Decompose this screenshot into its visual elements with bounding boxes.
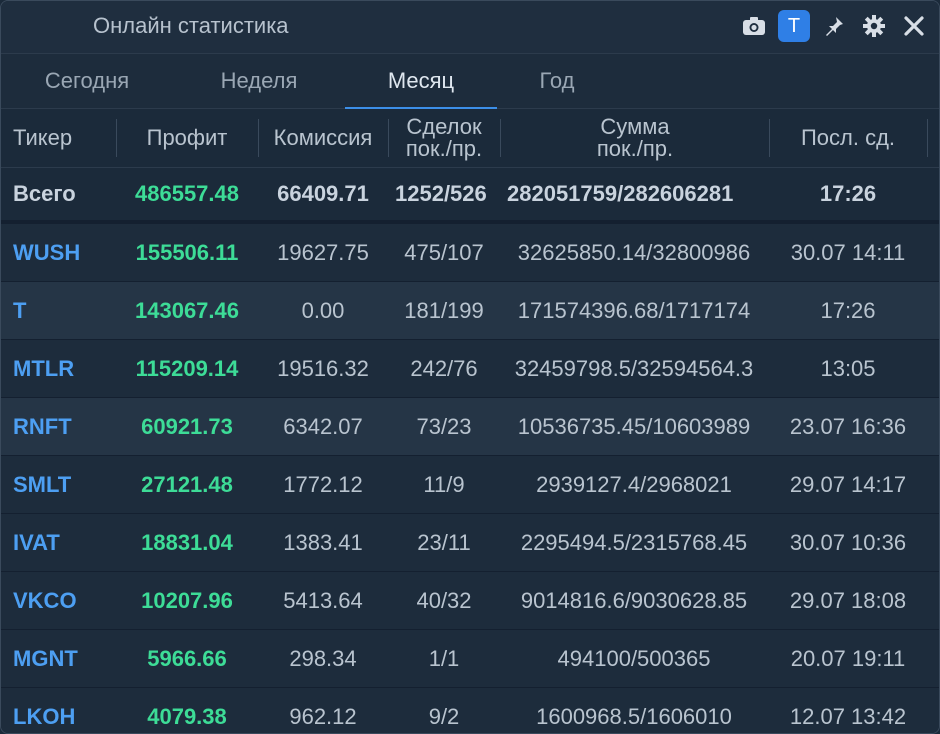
commission-cell: 6342.07 bbox=[283, 413, 363, 439]
t-mode-button[interactable]: T bbox=[777, 9, 811, 43]
sum-cell: 2939127.4/2968021 bbox=[536, 471, 732, 497]
commission-cell: 19516.32 bbox=[277, 355, 369, 381]
table-row[interactable]: VKCO 10207.96 5413.64 40/32 9014816.6/903062… bbox=[1, 572, 939, 630]
trades-cell: 23/11 bbox=[417, 529, 471, 555]
table-row[interactable]: T 143067.46 0.00 181/199 171574396.68/171717… bbox=[1, 282, 939, 340]
sum-cell: 32459798.5/32594564.3 bbox=[514, 355, 754, 381]
table-header: Тикер Профит Комиссия Сделок пок./пр. Су… bbox=[1, 109, 939, 168]
profit-cell: 10207.96 bbox=[141, 587, 233, 613]
trades-cell: 242/76 bbox=[410, 355, 478, 381]
commission-cell: 1383.41 bbox=[283, 529, 363, 555]
col-trades-line2: пок./пр. bbox=[405, 136, 483, 161]
profit-cell: 4079.38 bbox=[147, 703, 227, 729]
sum-cell: 171574396.68/1717174 bbox=[517, 297, 751, 323]
sum-cell: 494100/500365 bbox=[557, 645, 711, 671]
commission-cell: 298.34 bbox=[289, 645, 357, 671]
pin-icon[interactable] bbox=[817, 9, 851, 43]
commission-cell: 1772.12 bbox=[283, 471, 363, 497]
col-profit[interactable]: Профит bbox=[117, 109, 257, 167]
total-sum: 282051759/282606281 bbox=[507, 181, 734, 206]
commission-cell: 0.00 bbox=[301, 297, 345, 323]
profit-cell: 27121.48 bbox=[141, 471, 233, 497]
t-badge: T bbox=[778, 10, 810, 42]
last-trade-cell: 30.07 10:36 bbox=[789, 529, 907, 555]
sum-cell: 9014816.6/9030628.85 bbox=[520, 587, 748, 613]
ticker-cell: IVAT bbox=[13, 529, 60, 555]
total-last: 17:26 bbox=[819, 181, 877, 206]
trades-cell: 181/199 bbox=[404, 297, 484, 323]
table-row[interactable]: RNFT 60921.73 6342.07 73/23 10536735.45/1060… bbox=[1, 398, 939, 456]
trades-cell: 475/107 bbox=[404, 239, 484, 265]
last-trade-cell: 29.07 14:17 bbox=[789, 471, 907, 497]
total-trades: 1252/526 bbox=[395, 181, 487, 206]
col-trades[interactable]: Сделок пок./пр. bbox=[389, 109, 499, 167]
last-trade-cell: 29.07 18:08 bbox=[789, 587, 907, 613]
ticker-cell: MGNT bbox=[13, 645, 78, 671]
table-row[interactable]: WUSH 155506.11 19627.75 475/107 32625850.14/… bbox=[1, 224, 939, 282]
gear-icon[interactable] bbox=[857, 9, 891, 43]
col-last[interactable]: Посл. сд. bbox=[770, 109, 926, 167]
profit-cell: 18831.04 bbox=[141, 529, 233, 555]
title-bar: Онлайн статистика T bbox=[1, 1, 939, 54]
col-sum-line1: Сумма bbox=[600, 114, 670, 139]
trades-cell: 40/32 bbox=[416, 587, 472, 613]
profit-cell: 155506.11 bbox=[135, 239, 239, 265]
tab-week[interactable]: Неделя bbox=[193, 54, 325, 108]
close-icon[interactable] bbox=[897, 9, 931, 43]
profit-cell: 5966.66 bbox=[147, 645, 227, 671]
sum-cell: 32625850.14/32800986 bbox=[517, 239, 751, 265]
total-commission: 66409.71 bbox=[277, 181, 369, 206]
tab-year[interactable]: Год bbox=[511, 54, 603, 108]
sum-cell: 10536735.45/10603989 bbox=[517, 413, 751, 439]
last-trade-cell: 23.07 16:36 bbox=[789, 413, 907, 439]
tab-month[interactable]: Месяц bbox=[345, 54, 497, 109]
table-row[interactable]: SMLT 27121.48 1772.12 11/9 2939127.4/2968021… bbox=[1, 456, 939, 514]
sum-cell: 1600968.5/1606010 bbox=[536, 703, 732, 729]
col-commission[interactable]: Комиссия bbox=[259, 109, 387, 167]
last-trade-cell: 20.07 19:11 bbox=[790, 645, 906, 671]
trades-cell: 9/2 bbox=[428, 703, 460, 729]
trades-cell: 1/1 bbox=[428, 645, 460, 671]
total-row: Всего 486557.48 66409.71 1252/526 282051… bbox=[1, 168, 939, 224]
col-sum[interactable]: Сумма пок./пр. bbox=[501, 109, 769, 167]
stats-window: Онлайн статистика T Сегодня Неделя Месяц… bbox=[0, 0, 940, 734]
commission-cell: 5413.64 bbox=[283, 587, 363, 613]
total-profit: 486557.48 bbox=[135, 181, 239, 206]
ticker-cell: T bbox=[13, 297, 27, 323]
profit-cell: 143067.46 bbox=[135, 297, 239, 323]
camera-icon[interactable] bbox=[737, 9, 771, 43]
trades-cell: 73/23 bbox=[416, 413, 472, 439]
sum-cell: 2295494.5/2315768.45 bbox=[520, 529, 748, 555]
col-ticker[interactable]: Тикер bbox=[1, 109, 111, 167]
last-trade-cell: 12.07 13:42 bbox=[789, 703, 907, 729]
table-row[interactable]: MTLR 115209.14 19516.32 242/76 32459798.5/32… bbox=[1, 340, 939, 398]
ticker-cell: VKCO bbox=[13, 587, 77, 613]
tab-today[interactable]: Сегодня bbox=[21, 54, 153, 108]
ticker-cell: WUSH bbox=[13, 239, 81, 265]
ticker-cell: MTLR bbox=[13, 355, 75, 381]
ticker-cell: SMLT bbox=[13, 471, 72, 497]
table-row[interactable]: LKOH 4079.38 962.12 9/2 1600968.5/1606010 12.… bbox=[1, 688, 939, 733]
profit-cell: 115209.14 bbox=[135, 355, 239, 381]
trades-cell: 11/9 bbox=[423, 471, 465, 497]
period-tabs: Сегодня Неделя Месяц Год bbox=[1, 54, 939, 109]
column-divider bbox=[927, 119, 928, 157]
col-sum-line2: пок./пр. bbox=[596, 136, 674, 161]
table-row[interactable]: MGNT 5966.66 298.34 1/1 494100/500365 20.07 1… bbox=[1, 630, 939, 688]
profit-cell: 60921.73 bbox=[141, 413, 233, 439]
total-label: Всего bbox=[13, 181, 76, 206]
commission-cell: 19627.75 bbox=[277, 239, 369, 265]
last-trade-cell: 30.07 14:11 bbox=[790, 239, 906, 265]
commission-cell: 962.12 bbox=[289, 703, 357, 729]
ticker-cell: RNFT bbox=[13, 413, 72, 439]
title-bar-icons: T bbox=[731, 9, 931, 43]
last-trade-cell: 13:05 bbox=[820, 355, 876, 381]
col-trades-line1: Сделок bbox=[406, 114, 482, 139]
last-trade-cell: 17:26 bbox=[820, 297, 876, 323]
ticker-cell: LKOH bbox=[13, 703, 76, 729]
window-title: Онлайн статистика bbox=[93, 13, 289, 38]
table-row[interactable]: IVAT 18831.04 1383.41 23/11 2295494.5/231576… bbox=[1, 514, 939, 572]
